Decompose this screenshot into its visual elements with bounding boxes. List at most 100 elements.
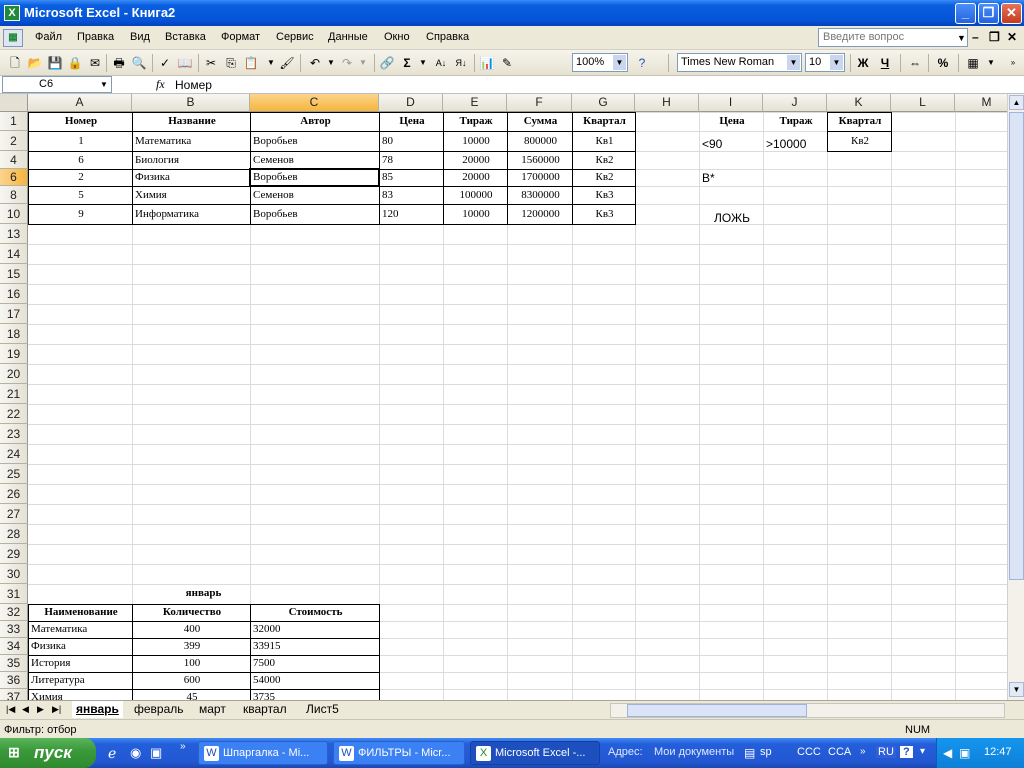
help-icon[interactable]: ? (900, 746, 913, 758)
criteria-header[interactable]: Тираж (766, 116, 826, 127)
table-cell[interactable]: Кв3 (575, 209, 634, 220)
menu-edit[interactable]: Правка (77, 31, 114, 43)
table2-header[interactable]: Наименование (31, 607, 131, 618)
table-cell[interactable]: Семенов (253, 155, 378, 166)
formula-input[interactable]: Номер (175, 78, 212, 92)
table-cell[interactable]: 20000 (446, 172, 506, 183)
row-header[interactable]: 28 (0, 524, 28, 544)
column-header[interactable]: G (572, 94, 635, 112)
chevron-down-icon[interactable]: ▼ (787, 55, 800, 70)
table-cell[interactable]: Биология (135, 155, 249, 166)
table-cell[interactable]: 8300000 (510, 190, 571, 201)
print-preview-icon[interactable]: 🔍 (130, 54, 148, 72)
table-cell[interactable]: 120 (382, 209, 442, 220)
sort-descending-icon[interactable]: Я↓ (452, 54, 470, 72)
borders-icon[interactable]: ▦ (964, 54, 982, 72)
menu-format[interactable]: Формат (221, 31, 260, 43)
spelling-icon[interactable]: ✓ (156, 54, 174, 72)
table2-cell[interactable]: 33915 (253, 641, 378, 652)
cell-i6[interactable]: В* (702, 172, 762, 184)
table2-cell[interactable]: 32000 (253, 624, 378, 635)
table-cell[interactable]: Воробьев (253, 172, 378, 183)
row-header[interactable]: 29 (0, 544, 28, 564)
paste-icon[interactable]: 📋 (242, 54, 260, 72)
table-cell[interactable]: 5 (31, 190, 131, 201)
table2-cell[interactable]: 7500 (253, 658, 378, 669)
tray-item[interactable]: CCA (828, 746, 851, 758)
row-header[interactable]: 4 (0, 151, 28, 169)
scroll-down-icon[interactable]: ▼ (1009, 682, 1024, 697)
table-cell[interactable]: 10000 (446, 136, 506, 147)
close-doc-icon[interactable]: ✕ (1007, 30, 1017, 44)
table-cell[interactable]: 1 (31, 136, 131, 147)
row-header[interactable]: 1 (0, 112, 28, 131)
column-header[interactable]: A (28, 94, 132, 112)
tray-item[interactable]: CCC (797, 746, 821, 758)
first-sheet-icon[interactable]: |◀ (6, 704, 15, 715)
row-header[interactable]: 37 (0, 689, 28, 700)
language-indicator[interactable]: RU (876, 746, 896, 758)
taskbar-button-excel[interactable]: X Microsoft Excel -... (470, 741, 600, 765)
column-header[interactable]: B (132, 94, 250, 112)
name-box[interactable]: C6 ▼ (2, 76, 112, 93)
row-header[interactable]: 25 (0, 464, 28, 484)
row-header[interactable]: 24 (0, 444, 28, 464)
close-button[interactable]: ✕ (1001, 3, 1022, 24)
help-search-input[interactable]: Введите вопрос (818, 28, 968, 47)
table2-header[interactable]: Стоимость (253, 607, 378, 618)
table-cell[interactable]: Воробьев (253, 209, 378, 220)
table-header[interactable]: Сумма (510, 116, 571, 127)
table-header[interactable]: Тираж (446, 116, 506, 127)
scroll-up-icon[interactable]: ▲ (1009, 95, 1024, 110)
table2-cell[interactable]: 45 (135, 692, 249, 700)
chevron-down-icon[interactable]: ▾ (920, 746, 925, 757)
table2-cell[interactable]: 400 (135, 624, 249, 635)
menu-view[interactable]: Вид (130, 31, 150, 43)
row-header[interactable]: 13 (0, 224, 28, 244)
merge-center-icon[interactable]: ⇔ (906, 54, 924, 72)
open-icon[interactable]: 📂 (26, 54, 44, 72)
criteria-cell[interactable]: <90 (702, 138, 762, 150)
table-cell[interactable]: 2 (31, 172, 131, 183)
format-painter-icon[interactable]: 🖌 (278, 54, 296, 72)
restore-doc-icon[interactable]: ❐ (989, 30, 1000, 44)
minimize-button[interactable]: _ (955, 3, 976, 24)
row-header[interactable]: 33 (0, 621, 28, 638)
tab-february[interactable]: февраль (130, 701, 188, 718)
print-icon[interactable]: 🖶 (110, 54, 128, 72)
table-cell[interactable]: Химия (135, 190, 249, 201)
new-icon[interactable]: 🗋 (6, 54, 24, 72)
criteria-header[interactable]: Квартал (830, 116, 890, 127)
table2-cell[interactable]: 54000 (253, 675, 378, 686)
row-header[interactable]: 17 (0, 304, 28, 324)
minimize-doc-icon[interactable]: – (972, 30, 979, 44)
row-header[interactable]: 32 (0, 604, 28, 621)
table-cell[interactable]: Математика (135, 136, 249, 147)
criteria-cell[interactable]: Кв2 (830, 136, 890, 147)
chevron-down-icon[interactable]: ▼ (97, 77, 111, 92)
table-cell[interactable]: Кв1 (575, 136, 634, 147)
address-input[interactable]: Мои документы (654, 746, 734, 758)
column-header[interactable]: F (507, 94, 572, 112)
worksheet-grid[interactable]: A B C D E F G H I J K L M 1 2 4 6 8 10 13 14 15 16 17 18 19 20 21 22… (0, 94, 1024, 700)
network-icon[interactable]: ▣ (959, 746, 970, 760)
table-cell[interactable]: 1560000 (510, 155, 571, 166)
toolbar-options-icon[interactable]: » (1004, 54, 1022, 72)
column-header[interactable]: E (443, 94, 507, 112)
chevron-right-icon[interactable]: » (180, 741, 186, 752)
table-cell[interactable]: 100000 (446, 190, 506, 201)
row-header[interactable]: 20 (0, 364, 28, 384)
chart-wizard-icon[interactable]: 📊 (478, 54, 496, 72)
bold-button[interactable]: Ж (854, 54, 872, 72)
row-header[interactable]: 18 (0, 324, 28, 344)
table-header[interactable]: Квартал (575, 116, 634, 127)
row-header[interactable]: 36 (0, 672, 28, 689)
column-header[interactable]: J (763, 94, 827, 112)
folder-icon[interactable]: ▤ (744, 746, 755, 760)
table2-cell[interactable]: 600 (135, 675, 249, 686)
menu-file[interactable]: Файл (35, 31, 62, 43)
table2-cell[interactable]: 3735 (253, 692, 378, 700)
function-icon[interactable]: fx (156, 77, 165, 92)
drawing-icon[interactable]: ✎ (498, 54, 516, 72)
tab-quarter[interactable]: квартал (239, 701, 291, 718)
